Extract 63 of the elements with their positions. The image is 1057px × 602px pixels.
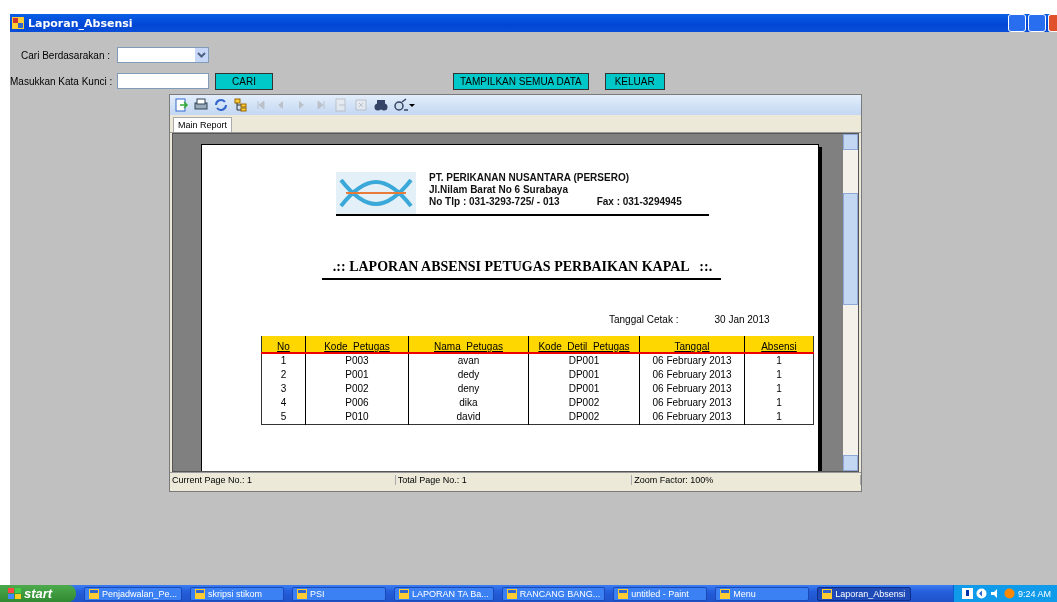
column-header: Nama_Petugas xyxy=(408,336,529,353)
taskbar-button[interactable]: untitled - Paint xyxy=(613,586,708,601)
table-cell: 06 February 2013 xyxy=(639,368,745,382)
company-info: Jl.Nilam Barat No 6 Surabaya xyxy=(429,184,569,196)
field-label: Cari Berdasarakan : xyxy=(20,49,110,61)
taskbar-button[interactable]: RANCANG BANG... xyxy=(501,586,606,601)
table-cell: DP001 xyxy=(528,368,640,382)
table-cell: P002 xyxy=(305,382,409,396)
table-cell: 5 xyxy=(261,410,306,425)
table-cell: 06 February 2013 xyxy=(639,410,745,425)
table-cell: DP002 xyxy=(528,396,640,410)
column-header: Absensi xyxy=(744,336,814,353)
table-cell: 1 xyxy=(744,382,814,396)
table-cell: 1 xyxy=(744,410,814,425)
table-cell: P001 xyxy=(305,368,409,382)
table-cell: 2 xyxy=(261,368,306,382)
table-cell: 1 xyxy=(744,353,814,368)
taskbar-button[interactable]: Laporan_Absensi xyxy=(817,586,912,601)
window-title: Laporan_Absensi xyxy=(28,16,133,30)
company-info: PT. PERIKANAN NUSANTARA (PERSERO) xyxy=(429,172,630,184)
print-date: 30 Jan 2013 xyxy=(714,314,770,325)
taskbar-button[interactable]: LAPORAN TA Ba... xyxy=(394,586,494,601)
table-cell: DP001 xyxy=(528,382,640,396)
column-header: Kode_Petugas xyxy=(305,336,409,353)
search-button[interactable]: CARI xyxy=(215,72,273,90)
status-text: Current Page No.: 1 xyxy=(170,475,396,485)
table-cell: 1 xyxy=(744,396,814,410)
table-cell: 1 xyxy=(261,353,306,368)
table-cell: P010 xyxy=(305,410,409,425)
company-phone: No Tlp : 031-3293-725/ - 013 xyxy=(429,196,560,207)
table-cell: deny xyxy=(408,382,529,396)
table-cell: david xyxy=(408,410,529,425)
status-text: Total Page No.: 1 xyxy=(395,475,633,485)
table-cell: DP002 xyxy=(528,410,640,425)
report-tab[interactable]: Main Report xyxy=(173,117,233,132)
column-header: No xyxy=(261,336,306,353)
table-cell: 06 February 2013 xyxy=(639,353,745,368)
table-cell: P006 xyxy=(305,396,409,410)
exit-button[interactable]: KELUAR xyxy=(604,72,665,90)
show-all-button[interactable]: TAMPILKAN SEMUA DATA xyxy=(453,72,589,90)
status-text: Zoom Factor: 100% xyxy=(632,475,861,485)
report-title: .:: LAPORAN ABSENSI PETUGAS PERBAIKAN KAPAL ::. xyxy=(331,259,714,275)
table-cell: dedy xyxy=(408,368,529,382)
company-fax: Fax : 031-3294945 xyxy=(596,196,682,207)
taskbar-button[interactable]: skripsi stikom xyxy=(190,586,285,601)
table-cell: 06 February 2013 xyxy=(639,382,745,396)
table-cell: avan xyxy=(408,353,529,368)
taskbar-button[interactable]: Penjadwalan_Pe... xyxy=(84,586,183,601)
taskbar-button[interactable]: PSI xyxy=(292,586,387,601)
field-label: Masukkan Kata Kunci : xyxy=(10,75,110,87)
table-cell: dika xyxy=(408,396,529,410)
table-cell: 3 xyxy=(261,382,306,396)
table-cell: 1 xyxy=(744,368,814,382)
table-cell: 4 xyxy=(261,396,306,410)
start-button[interactable]: start xyxy=(0,585,76,602)
table-cell: 06 February 2013 xyxy=(639,396,745,410)
clock: 9:24 AM xyxy=(1017,588,1051,599)
column-header: Tanggal xyxy=(639,336,745,353)
taskbar-button[interactable]: Menu xyxy=(715,586,810,601)
print-date-label: Tanggal Cetak : xyxy=(609,314,679,325)
table-cell: DP001 xyxy=(528,353,640,368)
column-header: Kode_Detil_Petugas xyxy=(528,336,640,353)
table-cell: P003 xyxy=(305,353,409,368)
